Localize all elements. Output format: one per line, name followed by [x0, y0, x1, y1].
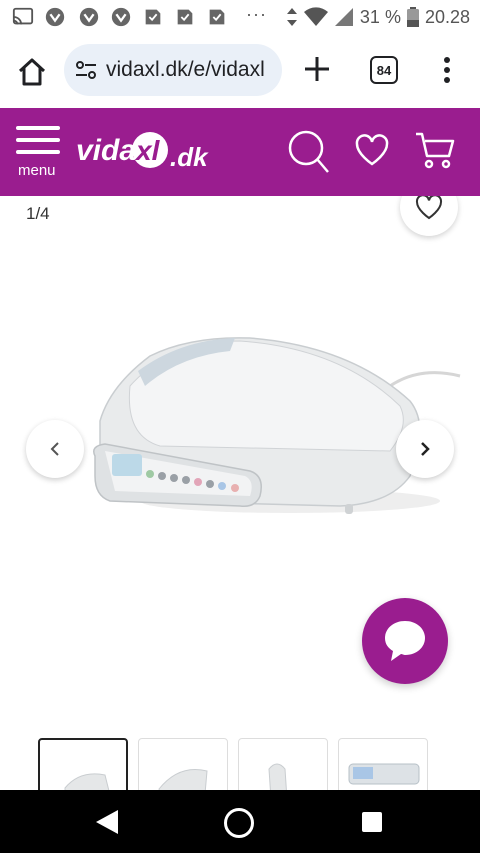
notification-app-icon [45, 7, 65, 27]
vidaxl-logo[interactable]: vida xl .dk [76, 122, 216, 180]
chat-button[interactable] [362, 598, 448, 684]
thumbnail-4[interactable] [338, 738, 428, 790]
image-counter: 1/4 [26, 204, 50, 223]
data-arrows-icon [286, 8, 297, 26]
wishlist-icon[interactable] [354, 132, 390, 168]
notification-app-icon [209, 9, 225, 25]
signal-icon [334, 8, 353, 26]
cast-icon [12, 7, 34, 25]
clock: 20.28 [424, 6, 470, 27]
site-settings-icon[interactable] [74, 58, 98, 82]
notification-app-icon [79, 7, 99, 27]
heart-icon [415, 196, 443, 220]
home-icon[interactable] [16, 56, 48, 88]
site-header: menu vida xl .dk [0, 108, 480, 196]
chevron-left-icon [50, 442, 59, 456]
more-notifications-indicator: ··· [246, 4, 267, 24]
next-image-button[interactable] [396, 420, 454, 478]
notification-app-icon [177, 9, 193, 25]
add-to-wishlist-button[interactable] [400, 196, 458, 236]
thumbnail-image [348, 763, 420, 785]
more-options-icon[interactable] [432, 54, 462, 86]
chat-bubble-icon [385, 621, 425, 661]
thumbnail-image [268, 763, 287, 790]
browser-toolbar: vidaxl.dk/e/vidaxl 84 [0, 34, 480, 108]
system-indicators: 31 % 20.28 [286, 6, 470, 28]
battery-icon [406, 7, 419, 27]
new-tab-icon[interactable] [302, 54, 332, 84]
logo-text-right: .dk [170, 142, 209, 172]
logo-text-mid: xl [134, 135, 161, 166]
address-bar[interactable]: vidaxl.dk/e/vidaxl [64, 44, 282, 96]
thumbnail-image [158, 769, 208, 790]
tab-switcher-button[interactable]: 84 [370, 56, 398, 84]
home-nav-icon[interactable] [224, 808, 254, 838]
thumbnail-image [64, 773, 110, 790]
wifi-icon [303, 7, 328, 27]
chevron-right-icon [421, 442, 430, 456]
product-image-gallery[interactable]: 1/4 [0, 196, 480, 790]
thumbnail-3[interactable] [238, 738, 328, 790]
thumbnail-1[interactable] [38, 738, 128, 790]
battery-percent: 31 % [359, 6, 401, 27]
status-bar: ··· 31 % 20.28 [0, 0, 480, 34]
notification-app-icon [145, 9, 161, 25]
back-icon[interactable] [94, 808, 120, 836]
url-text: vidaxl.dk/e/vidaxl [106, 58, 265, 81]
recent-apps-icon[interactable] [362, 812, 382, 832]
menu-label: menu [18, 162, 56, 179]
previous-image-button[interactable] [26, 420, 84, 478]
hamburger-icon [16, 126, 60, 154]
logo-text-left: vida [76, 134, 136, 167]
tab-count: 84 [376, 62, 392, 78]
system-navigation-bar [0, 790, 480, 853]
search-icon[interactable] [286, 128, 330, 176]
thumbnail-strip [38, 738, 438, 790]
cart-icon[interactable] [414, 130, 456, 172]
notification-app-icon [111, 7, 131, 27]
menu-button[interactable]: menu [16, 126, 64, 186]
thumbnail-2[interactable] [138, 738, 228, 790]
